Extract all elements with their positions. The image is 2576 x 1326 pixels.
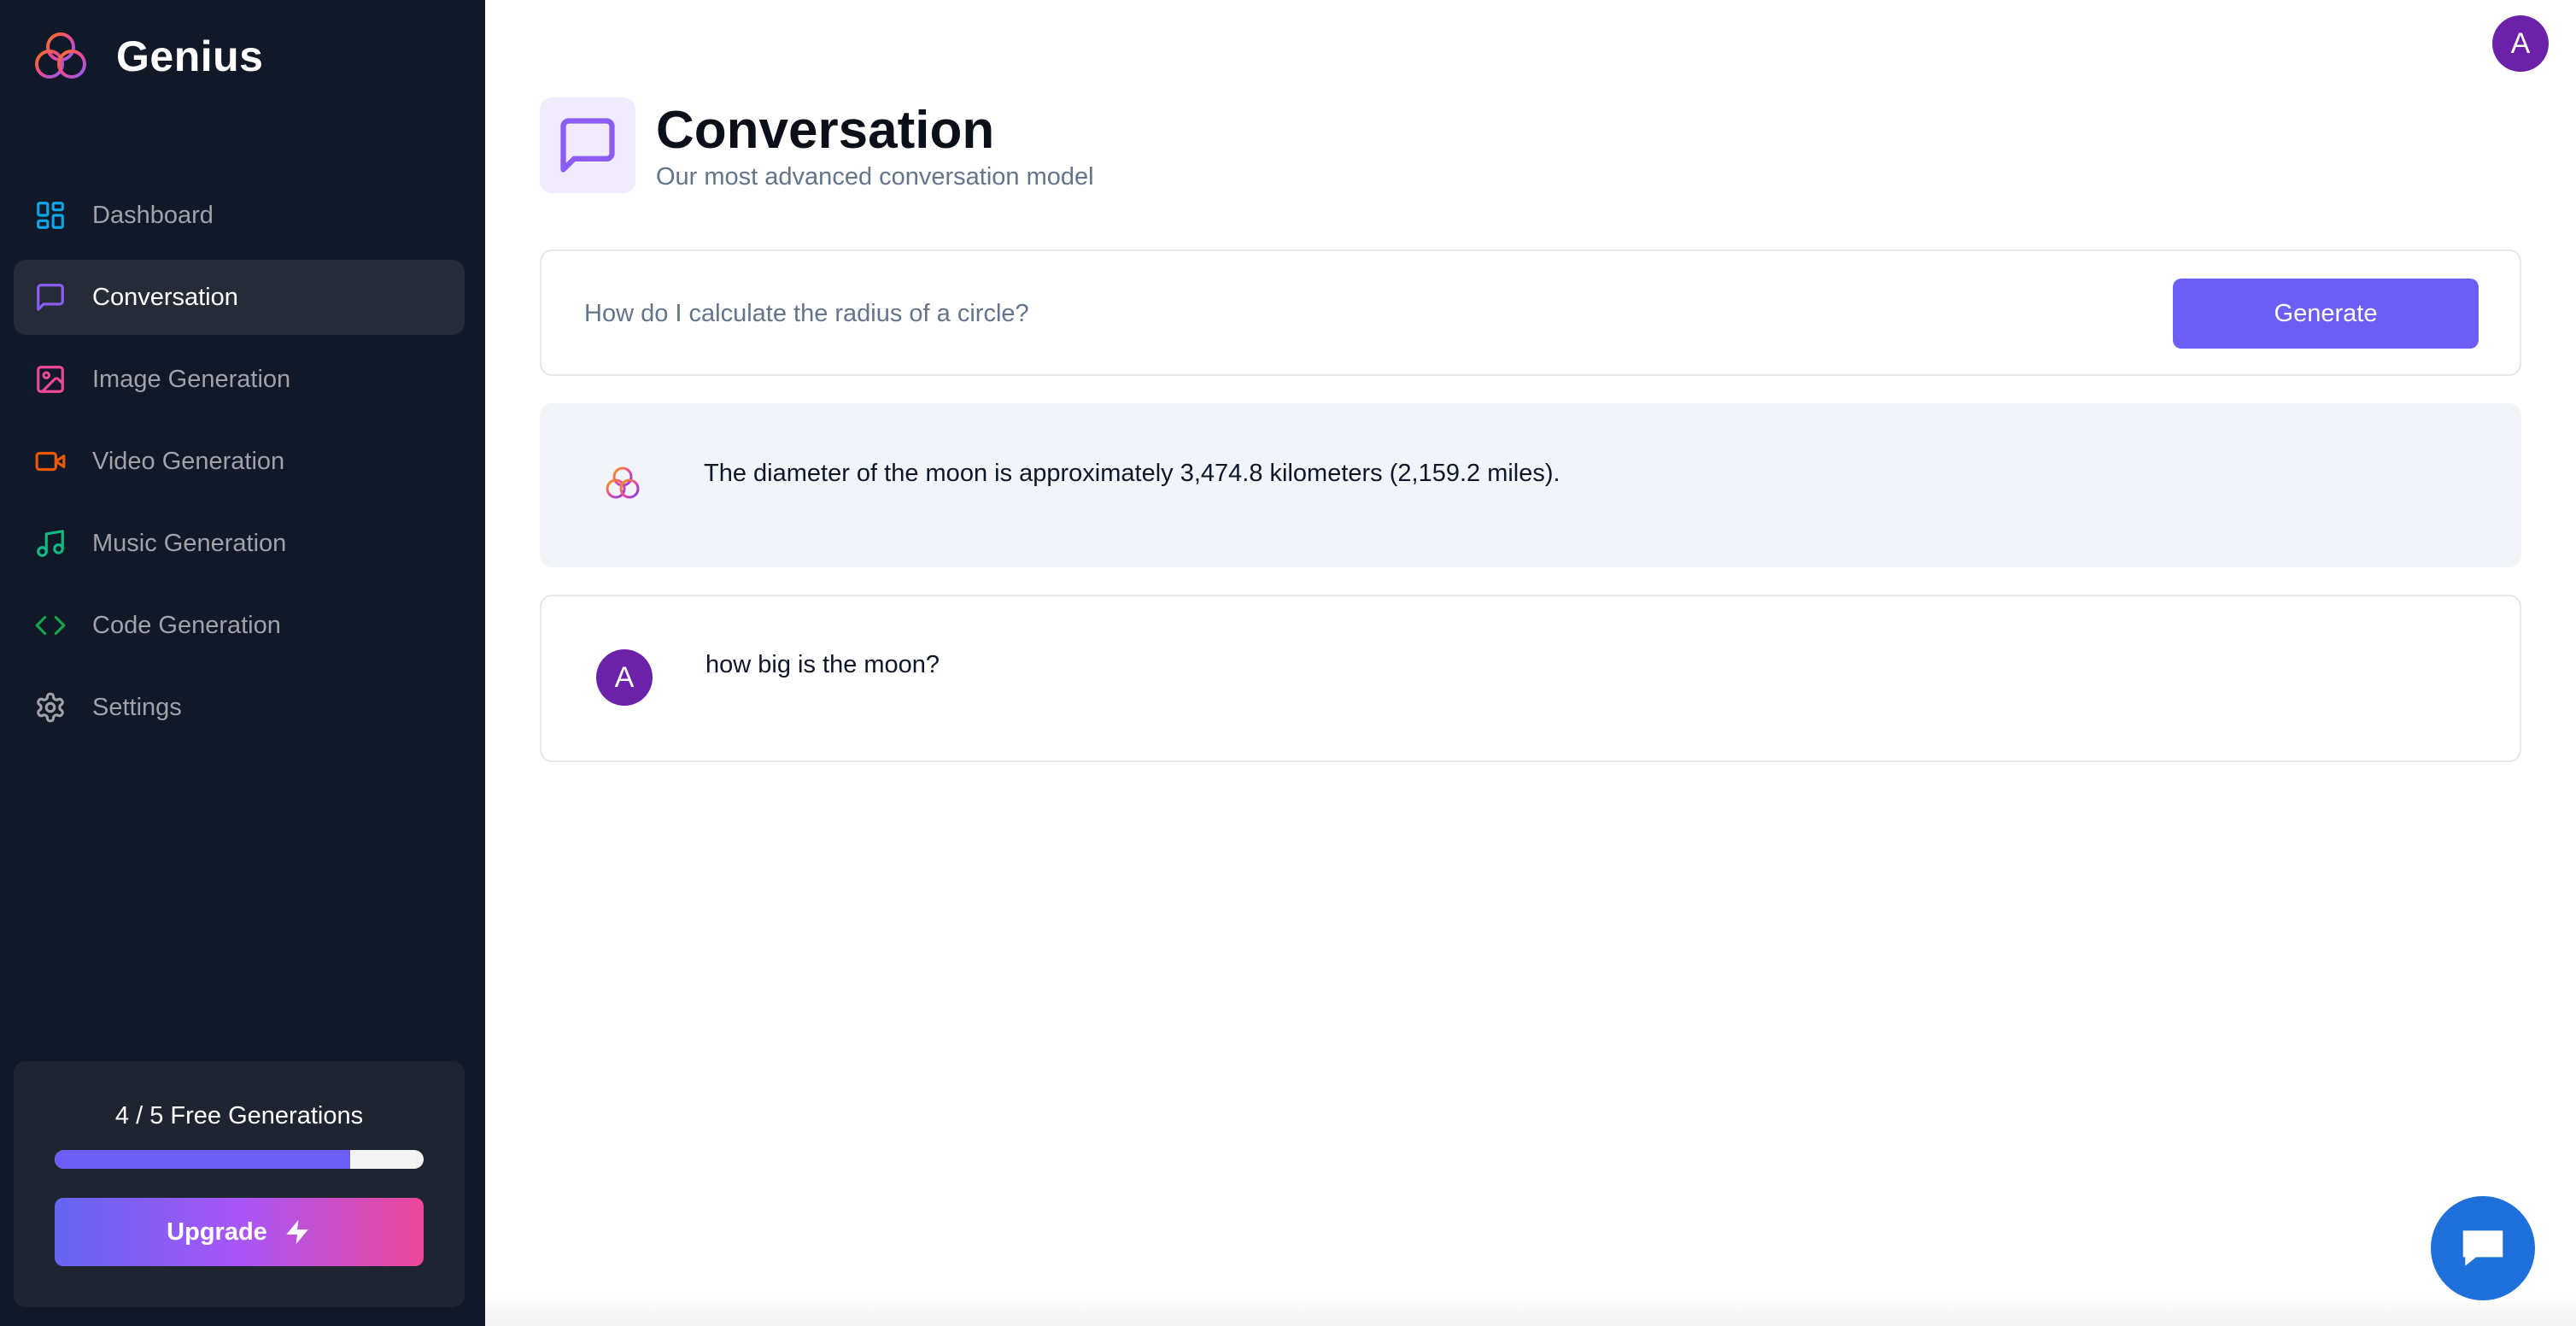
sidebar: Genius Dashboard Conversation Image Gene… <box>0 0 485 1326</box>
sidebar-item-settings[interactable]: Settings <box>14 670 465 745</box>
brand-name: Genius <box>116 32 264 80</box>
genius-logo-icon <box>35 32 86 79</box>
sidebar-item-label: Conversation <box>92 283 238 311</box>
settings-icon <box>37 692 64 723</box>
genius-logo-icon <box>606 466 640 499</box>
message-text: how big is the moon? <box>705 651 940 678</box>
main-content: A Conversation Our most advanced convers… <box>485 0 2576 1326</box>
prompt-input[interactable] <box>583 289 2123 338</box>
sidebar-item-dashboard[interactable]: Dashboard <box>14 178 465 253</box>
free-generations-counter: 4 / 5 Free Generations <box>114 1102 364 1129</box>
user-avatar: A <box>596 649 653 706</box>
sidebar-item-image-generation[interactable]: Image Generation <box>14 342 465 417</box>
page-subtitle: Our most advanced conversation model <box>656 162 1094 191</box>
image-icon <box>37 366 64 393</box>
sidebar-item-label: Video Generation <box>92 447 285 475</box>
prompt-form: Generate <box>540 249 2521 376</box>
sidebar-item-conversation[interactable]: Conversation <box>14 260 465 335</box>
sidebar-item-label: Settings <box>92 693 182 721</box>
sidebar-item-label: Code Generation <box>92 611 281 639</box>
user-avatar[interactable]: A <box>2492 15 2549 72</box>
message-square-icon <box>560 118 615 173</box>
layout-dashboard-icon <box>37 202 64 229</box>
sidebar-item-code-generation[interactable]: Code Generation <box>14 588 465 663</box>
progress-fill <box>55 1150 350 1169</box>
page-heading: Conversation Our most advanced conversat… <box>540 97 1094 193</box>
brand[interactable]: Genius <box>32 31 263 82</box>
bot-message: The diameter of the moon is approximatel… <box>540 403 2521 567</box>
page-title: Conversation <box>656 100 995 160</box>
upgrade-button[interactable]: Upgrade <box>55 1198 424 1266</box>
heading-icon-box <box>540 97 635 193</box>
music-icon <box>37 530 64 557</box>
heading-text: Conversation Our most advanced conversat… <box>656 100 1094 191</box>
video-icon <box>35 451 66 472</box>
support-chat-button[interactable] <box>2431 1196 2535 1300</box>
sidebar-item-video-generation[interactable]: Video Generation <box>14 424 465 499</box>
upgrade-button-label: Upgrade <box>167 1217 267 1246</box>
sidebar-item-label: Image Generation <box>92 365 291 393</box>
message-square-icon <box>37 284 64 311</box>
free-generations-card: 4 / 5 Free Generations Upgrade <box>14 1061 465 1307</box>
user-message: A how big is the moon? <box>540 595 2521 762</box>
chat-bubble-icon <box>2462 1230 2503 1266</box>
free-generations-progress <box>55 1150 424 1169</box>
bottom-shadow <box>485 1292 2576 1326</box>
code-icon <box>35 615 66 636</box>
sidebar-item-label: Dashboard <box>92 201 214 229</box>
sidebar-item-music-generation[interactable]: Music Generation <box>14 506 465 581</box>
sidebar-nav: Dashboard Conversation Image Generation … <box>14 178 465 752</box>
message-text: The diameter of the moon is approximatel… <box>704 460 1560 487</box>
zap-icon <box>286 1219 308 1245</box>
generate-button[interactable]: Generate <box>2173 279 2479 349</box>
sidebar-item-label: Music Generation <box>92 529 287 557</box>
